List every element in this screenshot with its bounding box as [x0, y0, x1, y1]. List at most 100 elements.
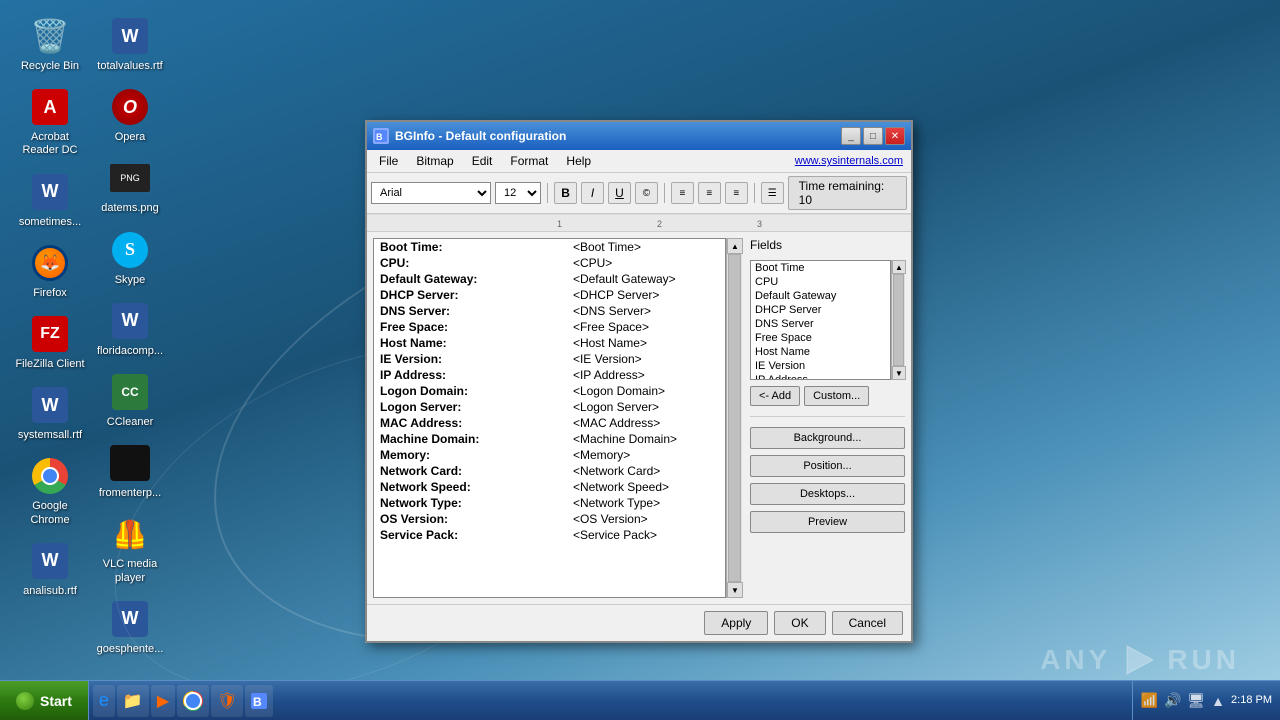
desktop-icon-recycle-bin[interactable]: 🗑️ Recycle Bin — [10, 10, 90, 79]
row-value: <DNS Server> — [569, 303, 725, 319]
tray-volume-icon[interactable]: 🔊 — [1164, 692, 1181, 709]
cancel-button[interactable]: Cancel — [832, 611, 903, 635]
desktop-icon-sometimes[interactable]: W sometimes... — [10, 166, 90, 235]
text-area-wrapper: Boot Time:<Boot Time>CPU:<CPU>Default Ga… — [373, 238, 742, 598]
dialog-minimize-button[interactable]: _ — [841, 127, 861, 145]
dialog-content: Boot Time:<Boot Time>CPU:<CPU> Default Ga… — [367, 232, 911, 604]
custom-button[interactable]: Custom... — [804, 386, 869, 406]
desktop-icon-label-sometimes: sometimes... — [19, 216, 81, 229]
desktop-icon-ccleaner[interactable]: CC CCleaner — [90, 366, 170, 435]
time-remaining: Time remaining: 10 — [788, 176, 907, 210]
vertical-scrollbar[interactable]: ▲ ▼ — [726, 238, 742, 598]
desktop-icon-label-firefox: Firefox — [33, 287, 67, 300]
desktop-icon-chrome[interactable]: Google Chrome — [10, 450, 90, 532]
desktop-icon-filezilla[interactable]: FZ FileZilla Client — [10, 308, 90, 377]
fields-list-item[interactable]: Free Space — [751, 331, 890, 345]
row-label: Memory: — [374, 447, 569, 463]
fields-list-item[interactable]: CPU — [751, 275, 890, 289]
bold-button[interactable]: B — [554, 182, 577, 204]
taskbar-folder-button[interactable]: 📁 — [117, 685, 149, 717]
tray-display-icon[interactable]: 🖥 — [1187, 692, 1205, 709]
align-left-button[interactable]: ≡ — [671, 182, 694, 204]
taskbar-ie-button[interactable]: e — [93, 685, 115, 717]
menu-file[interactable]: File — [371, 152, 406, 170]
toolbar-separator-3 — [754, 183, 755, 203]
desktop-icon-label-systemsall: systemsall.rtf — [18, 429, 82, 442]
taskbar-chrome-button[interactable] — [177, 685, 209, 717]
table-row: DHCP Server:<DHCP Server> — [374, 287, 725, 303]
desktop-icon-acrobat[interactable]: A Acrobat Reader DC — [10, 81, 90, 163]
desktop-icon-fromenterp[interactable]: fromenterp... — [90, 437, 170, 506]
fields-list-item[interactable]: DHCP Server — [751, 303, 890, 317]
background-button[interactable]: Background... — [750, 427, 905, 449]
fields-list-item[interactable]: Boot Time — [751, 261, 890, 275]
menu-help[interactable]: Help — [558, 152, 599, 170]
fields-list-item[interactable]: DNS Server — [751, 317, 890, 331]
text-area[interactable]: Boot Time:<Boot Time>CPU:<CPU>Default Ga… — [373, 238, 726, 598]
ruler-svg: 1 2 3 — [367, 214, 911, 232]
fields-list-item[interactable]: Default Gateway — [751, 289, 890, 303]
desktop-icon-goesphente[interactable]: W goesphente... — [90, 593, 170, 662]
desktop-icon-analisub[interactable]: W analisub.rtf — [10, 535, 90, 604]
align-right-button[interactable]: ≡ — [725, 182, 748, 204]
table-row: CPU:<CPU> — [374, 255, 725, 271]
start-button[interactable]: Start — [0, 681, 89, 720]
align-center-button[interactable]: ≡ — [698, 182, 721, 204]
desktop-icon-skype[interactable]: S Skype — [90, 224, 170, 293]
row-label: Host Name: — [374, 335, 569, 351]
add-field-button[interactable]: <- Add — [750, 386, 800, 406]
list-button[interactable]: ☰ — [761, 182, 784, 204]
desktop-icon-floridacomp[interactable]: W floridacomp... — [90, 295, 170, 364]
fields-scroll-down[interactable]: ▼ — [892, 366, 906, 380]
anyrun-text-any: ANY — [1040, 644, 1111, 676]
desktop-icon-systemsall[interactable]: W systemsall.rtf — [10, 379, 90, 448]
menu-bitmap[interactable]: Bitmap — [408, 152, 461, 170]
menu-format[interactable]: Format — [502, 152, 556, 170]
desktop-icon-firefox[interactable]: 🦊 Firefox — [10, 237, 90, 306]
row-label: Service Pack: — [374, 527, 569, 543]
scroll-up-arrow[interactable]: ▲ — [727, 238, 743, 254]
desktop-icon-opera[interactable]: O Opera — [90, 81, 170, 150]
fields-list[interactable]: Boot TimeCPUDefault GatewayDHCP ServerDN… — [750, 260, 891, 380]
fields-list-item[interactable]: IE Version — [751, 359, 890, 373]
table-row: OS Version:<OS Version> — [374, 511, 725, 527]
desktop-icon-label-totalvalues: totalvalues.rtf — [97, 60, 162, 73]
scroll-thumb[interactable] — [728, 254, 741, 582]
taskbar-bginfo-button[interactable]: B — [245, 685, 273, 717]
start-label: Start — [40, 693, 72, 709]
fields-action-buttons: <- Add Custom... — [750, 386, 905, 406]
desktops-button[interactable]: Desktops... — [750, 483, 905, 505]
sysinternals-link[interactable]: www.sysinternals.com — [795, 155, 907, 167]
preview-button[interactable]: Preview — [750, 511, 905, 533]
scroll-down-arrow[interactable]: ▼ — [727, 582, 743, 598]
taskbar-avast-button[interactable]: 🛡 — [211, 685, 243, 717]
fields-scroll-thumb[interactable] — [893, 274, 904, 366]
fields-list-item[interactable]: IP Address — [751, 373, 890, 380]
dialog-titlebar: B BGInfo - Default configuration _ □ ✕ — [367, 122, 911, 150]
fields-scrollbar[interactable]: ▲ ▼ — [891, 260, 905, 380]
apply-button[interactable]: Apply — [704, 611, 768, 635]
size-select[interactable]: 8 10 12 14 16 — [495, 182, 541, 204]
tray-network-icon[interactable]: 📶 — [1141, 692, 1158, 709]
font-select[interactable]: Arial Courier New Times New Roman — [371, 182, 491, 204]
desktop-icon-vlc[interactable]: 🦺 VLC media player — [90, 508, 170, 590]
desktop-icon-datems[interactable]: PNG datems.png — [90, 152, 170, 221]
row-value: <Network Card> — [569, 463, 725, 479]
dialog-maximize-button[interactable]: □ — [863, 127, 883, 145]
taskbar-media-button[interactable]: ▶ — [151, 685, 175, 717]
row-label: Logon Server: — [374, 399, 569, 415]
desktop-icon-totalvalues[interactable]: W totalvalues.rtf — [90, 10, 170, 79]
ok-button[interactable]: OK — [774, 611, 825, 635]
dialog-controls: _ □ ✕ — [841, 127, 905, 145]
italic-button[interactable]: I — [581, 182, 604, 204]
row-label: Free Space: — [374, 319, 569, 335]
position-button[interactable]: Position... — [750, 455, 905, 477]
special-button[interactable]: © — [635, 182, 658, 204]
dialog-close-button[interactable]: ✕ — [885, 127, 905, 145]
tray-arrow-icon[interactable]: ▲ — [1211, 693, 1225, 709]
menu-edit[interactable]: Edit — [464, 152, 501, 170]
fields-list-item[interactable]: Host Name — [751, 345, 890, 359]
underline-button[interactable]: U — [608, 182, 631, 204]
table-row: Boot Time:<Boot Time> — [374, 239, 725, 255]
fields-scroll-up[interactable]: ▲ — [892, 260, 906, 274]
